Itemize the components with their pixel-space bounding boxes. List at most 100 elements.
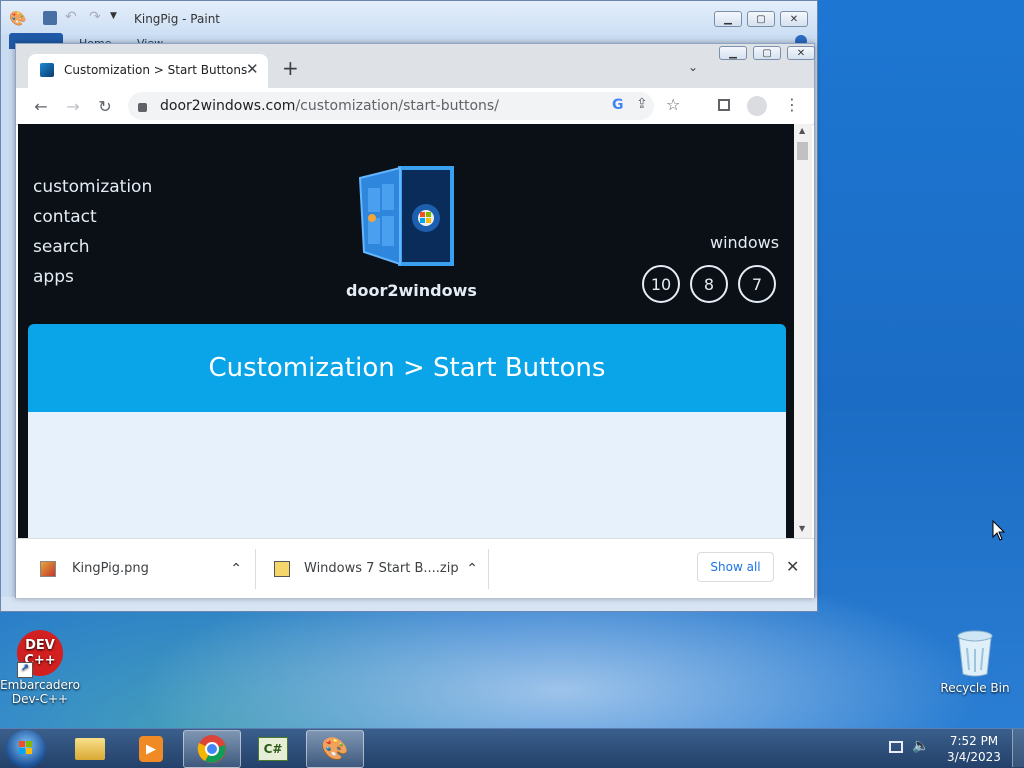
recycle-bin-icon <box>957 630 993 677</box>
tab-search-chevron-icon[interactable]: ⌄ <box>688 60 698 74</box>
site-favicon-icon <box>40 63 54 77</box>
chrome-minimize-button[interactable]: ▁ <box>719 46 747 60</box>
scrollbar-thumb[interactable] <box>797 142 808 160</box>
bookmark-star-icon[interactable]: ☆ <box>666 95 680 114</box>
taskbar-explorer[interactable] <box>61 730 119 768</box>
taskbar-paint[interactable]: 🎨 <box>306 730 364 768</box>
door2windows-logo-icon[interactable] <box>356 166 456 270</box>
minimize-button[interactable]: ▁ <box>714 11 742 27</box>
lock-icon <box>138 103 147 112</box>
version-label: 7 <box>751 274 763 294</box>
nav-link-search[interactable]: search <box>33 237 152 257</box>
tab-customization-start-buttons[interactable]: Customization > Start Buttons ✕ <box>28 54 268 88</box>
desktop-icon-label: Dev-C++ <box>11 692 69 706</box>
paint-app-icon: 🎨 <box>9 11 27 27</box>
chevron-up-icon[interactable]: ⌃ <box>230 561 242 577</box>
chrome-maximize-button[interactable]: ▢ <box>753 46 781 60</box>
tab-title: Customization > Start Buttons <box>64 63 248 77</box>
clock[interactable]: 7:52 PM 3/4/2023 <box>942 733 1006 765</box>
minimize-icon: ▁ <box>729 47 737 59</box>
windows-10-button[interactable]: 10 <box>642 265 680 303</box>
desktop-icon-label: Recycle Bin <box>940 681 1010 695</box>
clock-time: 7:52 PM <box>949 734 999 748</box>
desktop-icon-label: Embarcadero <box>0 678 80 692</box>
maximize-button[interactable]: ▢ <box>747 11 775 27</box>
close-button[interactable]: ✕ <box>780 11 808 27</box>
download-item-zip[interactable]: Windows 7 Start B....zip ⌃ <box>256 539 488 598</box>
media-player-icon: ▶ <box>139 736 163 762</box>
page-content-area <box>28 412 786 538</box>
web-page: customization contact search apps door2w… <box>18 124 794 538</box>
scroll-down-icon[interactable]: ▼ <box>799 524 805 533</box>
windows-7-button[interactable]: 7 <box>738 265 776 303</box>
divider <box>488 549 489 589</box>
redo-icon[interactable]: ↷ <box>89 9 101 25</box>
page-scrollbar[interactable]: ▲ ▼ <box>794 124 812 538</box>
clock-date: 3/4/2023 <box>947 750 1001 764</box>
devcpp-logo-icon: DEV C++ ↗ <box>17 630 63 678</box>
taskbar-media-player[interactable]: ▶ <box>122 730 180 768</box>
nav-link-customization[interactable]: customization <box>33 177 152 197</box>
png-file-icon <box>40 560 56 577</box>
reload-icon[interactable]: ↻ <box>93 94 117 118</box>
tab-close-icon[interactable]: ✕ <box>246 60 259 78</box>
chrome-tabstrip[interactable]: Customization > Start Buttons ✕ + ⌄ ▁ ▢ … <box>16 44 815 88</box>
close-icon: ✕ <box>796 47 806 59</box>
save-icon[interactable] <box>43 11 57 25</box>
chrome-close-button[interactable]: ✕ <box>787 46 815 60</box>
nav-link-apps[interactable]: apps <box>33 267 152 287</box>
version-label: 8 <box>703 274 715 294</box>
paint-status-bar <box>1 597 817 611</box>
forward-icon[interactable]: → <box>61 94 85 118</box>
paint-window-title: KingPig - Paint <box>134 12 221 26</box>
chrome-menu-icon[interactable]: ⋮ <box>784 95 800 114</box>
chrome-toolbar: ← → ↻ door2windows.com/customization/sta… <box>16 88 814 125</box>
windows-logo-icon <box>19 741 25 747</box>
new-tab-icon[interactable]: + <box>282 56 299 80</box>
paint-icon: 🎨 <box>321 736 349 762</box>
google-lens-icon[interactable]: G <box>612 97 624 113</box>
chrome-window[interactable]: Customization > Start Buttons ✕ + ⌄ ▁ ▢ … <box>15 43 815 598</box>
show-all-label: Show all <box>710 560 761 574</box>
share-icon[interactable]: ⇪ <box>636 96 648 112</box>
start-button[interactable] <box>6 730 46 768</box>
side-panel-icon[interactable] <box>718 99 730 111</box>
maximize-icon: ▢ <box>762 47 772 59</box>
windows-label: windows <box>710 233 780 252</box>
url-path: /customization/start-buttons/ <box>295 98 499 114</box>
download-filename: KingPig.png <box>72 561 149 576</box>
site-name[interactable]: door2windows <box>346 281 477 300</box>
devcpp-logo-text-top: DEV <box>25 638 55 653</box>
show-all-button[interactable]: Show all <box>697 552 774 582</box>
taskbar: ▶ C# 🎨 🔈 7:52 PM 3/4/2023 <box>0 728 1024 768</box>
close-icon: ✕ <box>789 13 799 25</box>
download-item-kingpig[interactable]: KingPig.png ⌃ <box>16 539 254 598</box>
page-title: Customization > Start Buttons <box>208 353 606 383</box>
chrome-icon <box>197 735 226 763</box>
chevron-up-icon[interactable]: ⌃ <box>466 561 478 577</box>
paint-titlebar[interactable]: 🎨 ↶ ↷ ▼ KingPig - Paint ▁ ▢ ✕ <box>1 1 817 35</box>
show-desktop-button[interactable] <box>1012 729 1024 767</box>
zip-file-icon <box>274 560 290 577</box>
taskbar-chrome[interactable] <box>183 730 241 768</box>
nav-link-contact[interactable]: contact <box>33 207 152 227</box>
taskbar-csharp[interactable]: C# <box>244 730 302 768</box>
windows-8-button[interactable]: 8 <box>690 265 728 303</box>
close-download-shelf-icon[interactable]: ✕ <box>786 557 799 576</box>
network-icon[interactable] <box>889 741 903 753</box>
desktop-icon-recycle-bin[interactable]: Recycle Bin <box>935 630 1015 695</box>
desktop-icon-devcpp[interactable]: DEV C++ ↗ Embarcadero Dev-C++ <box>0 630 80 706</box>
undo-icon[interactable]: ↶ <box>65 9 77 25</box>
back-icon[interactable]: ← <box>29 94 53 118</box>
shortcut-arrow-icon: ↗ <box>17 662 33 678</box>
site-nav: customization contact search apps <box>33 177 152 287</box>
version-label: 10 <box>650 274 672 294</box>
profile-avatar-icon[interactable] <box>747 96 767 116</box>
page-banner: Customization > Start Buttons <box>28 324 786 412</box>
customize-quick-access-icon[interactable]: ▼ <box>110 11 117 21</box>
address-bar[interactable]: door2windows.com/customization/start-but… <box>128 92 680 120</box>
volume-icon[interactable]: 🔈 <box>912 738 929 754</box>
download-shelf: KingPig.png ⌃ Windows 7 Start B....zip ⌃… <box>16 538 814 598</box>
scroll-up-icon[interactable]: ▲ <box>799 126 805 135</box>
download-filename: Windows 7 Start B....zip <box>304 561 459 576</box>
